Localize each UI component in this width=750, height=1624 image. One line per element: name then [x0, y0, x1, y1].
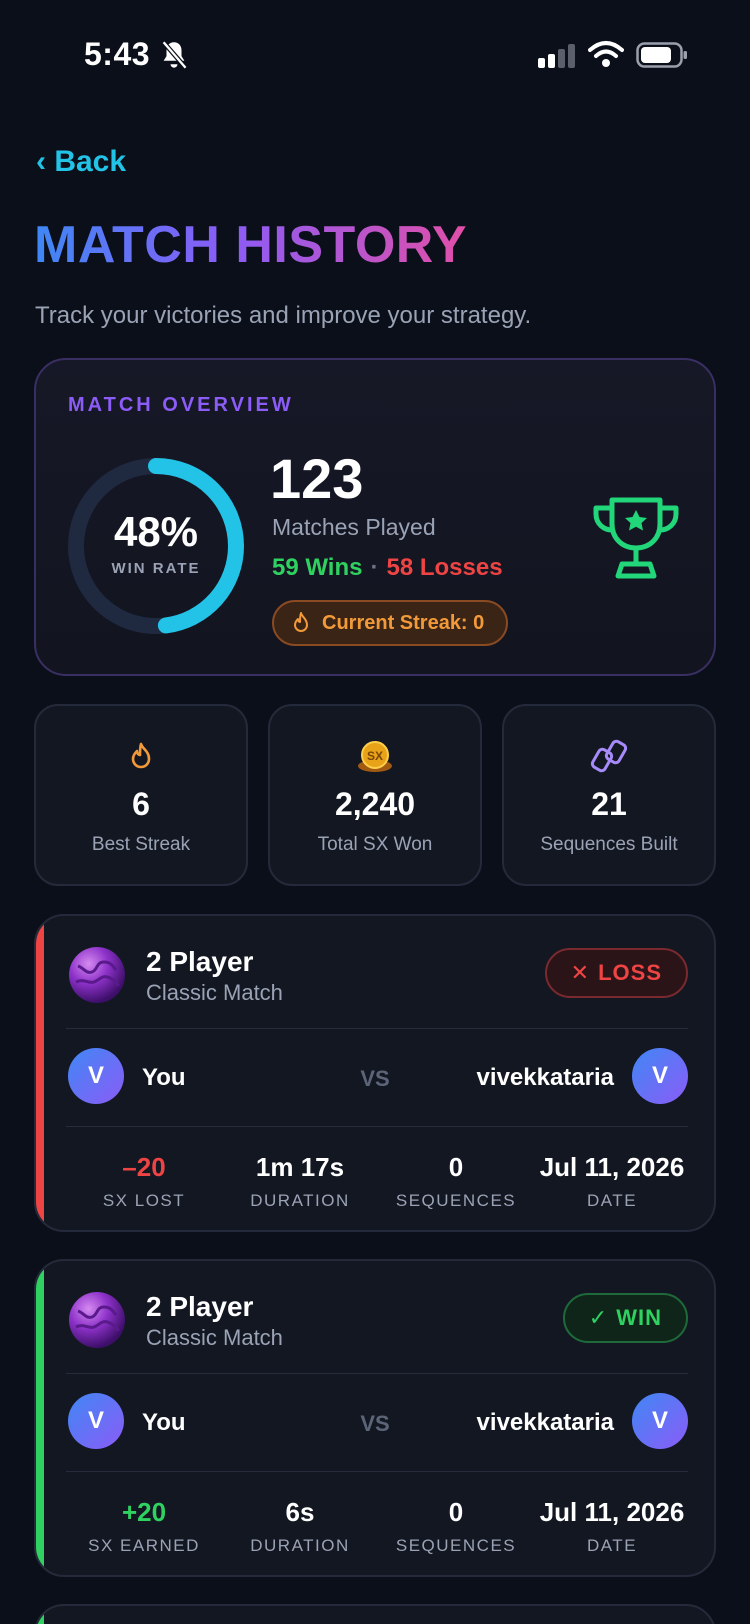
duration-caption: DURATION: [250, 1191, 350, 1210]
sequences-value: 0: [448, 1152, 464, 1182]
page-title: MATCH HISTORY: [34, 216, 468, 274]
date-caption: DATE: [586, 1191, 638, 1210]
page-subtitle: Track your victories and improve your st…: [35, 302, 532, 329]
date-caption: DATE: [586, 1536, 638, 1555]
wifi-icon: [588, 41, 624, 67]
close-icon: ✕: [570, 960, 591, 985]
opponent-name: vivekkataria: [476, 1064, 614, 1091]
back-button[interactable]: ‹ Back: [36, 145, 126, 179]
best-streak-value: 6: [132, 786, 150, 822]
globe-icon: [69, 1292, 125, 1348]
status-time: 5:43: [84, 36, 151, 72]
match-type: Classic Match: [146, 1325, 283, 1350]
sequences-caption: SEQUENCES: [395, 1536, 517, 1555]
duration-value: 1m 17s: [255, 1152, 345, 1182]
opponent-name: vivekkataria: [476, 1409, 614, 1436]
sx-stat: +20 SX EARNED: [64, 1497, 224, 1556]
sequences-built-card: 21 Sequences Built: [502, 704, 716, 886]
matches-played-value: 123: [270, 447, 364, 510]
sequences-stat: 0 SEQUENCES: [376, 1152, 536, 1211]
overview-label: MATCH OVERVIEW: [68, 394, 294, 416]
win-badge: ✓ WIN: [562, 1293, 688, 1343]
sequences-stat: 0 SEQUENCES: [376, 1497, 536, 1556]
link-icon: [590, 739, 628, 773]
losses-count: 58 Losses: [386, 554, 503, 581]
match-mode: 2 Player: [146, 946, 254, 977]
match-type: Classic Match: [146, 980, 283, 1005]
win-rate-caption: WIN RATE: [111, 560, 201, 577]
sequences-caption: SEQUENCES: [395, 1191, 517, 1210]
match-overview-card: MATCH OVERVIEW 48% WIN RATE 123 Matches …: [34, 358, 716, 676]
win-loss-summary: 59 Wins · 58 Losses: [272, 554, 503, 582]
sx-coin-text: SX: [367, 749, 383, 763]
date-value: Jul 11, 2026: [539, 1152, 685, 1182]
sx-value: –20: [122, 1152, 166, 1182]
divider: [66, 1126, 688, 1127]
sx-caption: SX LOST: [102, 1191, 186, 1210]
sequences-built-value: 21: [591, 786, 627, 822]
status-bar: 5:43: [0, 0, 750, 110]
trophy-icon: [593, 497, 679, 579]
duration-caption: DURATION: [250, 1536, 350, 1555]
best-streak-caption: Best Streak: [91, 834, 191, 855]
duration-stat: 6s DURATION: [220, 1497, 380, 1556]
matches-played-caption: Matches Played: [272, 514, 436, 540]
sx-coin-icon: SX: [358, 741, 392, 772]
match-card-partial[interactable]: [34, 1604, 716, 1624]
globe-icon: [69, 947, 125, 1003]
match-mode: 2 Player: [146, 1291, 254, 1322]
result-label: WIN: [616, 1305, 662, 1330]
loss-badge: ✕ LOSS: [544, 948, 688, 998]
best-streak-card: 6 Best Streak: [34, 704, 248, 886]
date-value: Jul 11, 2026: [539, 1497, 685, 1527]
result-label: LOSS: [598, 960, 662, 985]
date-stat: Jul 11, 2026 DATE: [532, 1497, 692, 1556]
separator-dot: ·: [370, 554, 379, 581]
battery-icon: [636, 42, 687, 68]
sx-value: +20: [121, 1497, 167, 1527]
total-sx-card: SX 2,240 Total SX Won: [268, 704, 482, 886]
current-streak-badge: Current Streak: 0: [272, 600, 509, 646]
sx-caption: SX EARNED: [88, 1536, 200, 1555]
opponent-avatar: V: [632, 1393, 688, 1449]
cellular-signal-icon: [538, 44, 575, 68]
result-accent-bar: [36, 1606, 44, 1624]
total-sx-value: 2,240: [334, 786, 416, 822]
wins-count: 59 Wins: [272, 554, 363, 581]
date-stat: Jul 11, 2026 DATE: [532, 1152, 692, 1211]
check-icon: ✓: [588, 1305, 609, 1330]
divider: [66, 1028, 688, 1029]
duration-value: 6s: [285, 1497, 315, 1527]
bell-off-icon: [161, 40, 188, 70]
total-sx-caption: Total SX Won: [317, 834, 433, 855]
match-card[interactable]: 2 Player Classic Match ✕ LOSS V You VS v…: [34, 914, 716, 1232]
divider: [66, 1373, 688, 1374]
sx-stat: –20 SX LOST: [64, 1152, 224, 1211]
opponent-avatar: V: [632, 1048, 688, 1104]
divider: [66, 1471, 688, 1472]
current-streak-text: Current Streak: 0: [322, 611, 485, 634]
flame-icon: [294, 612, 308, 632]
sequences-built-caption: Sequences Built: [540, 834, 678, 855]
flame-icon: [131, 742, 151, 769]
match-card[interactable]: 2 Player Classic Match ✓ WIN V You VS vi…: [34, 1259, 716, 1577]
duration-stat: 1m 17s DURATION: [220, 1152, 380, 1211]
win-rate-value: 48%: [113, 508, 199, 555]
sequences-value: 0: [448, 1497, 464, 1527]
